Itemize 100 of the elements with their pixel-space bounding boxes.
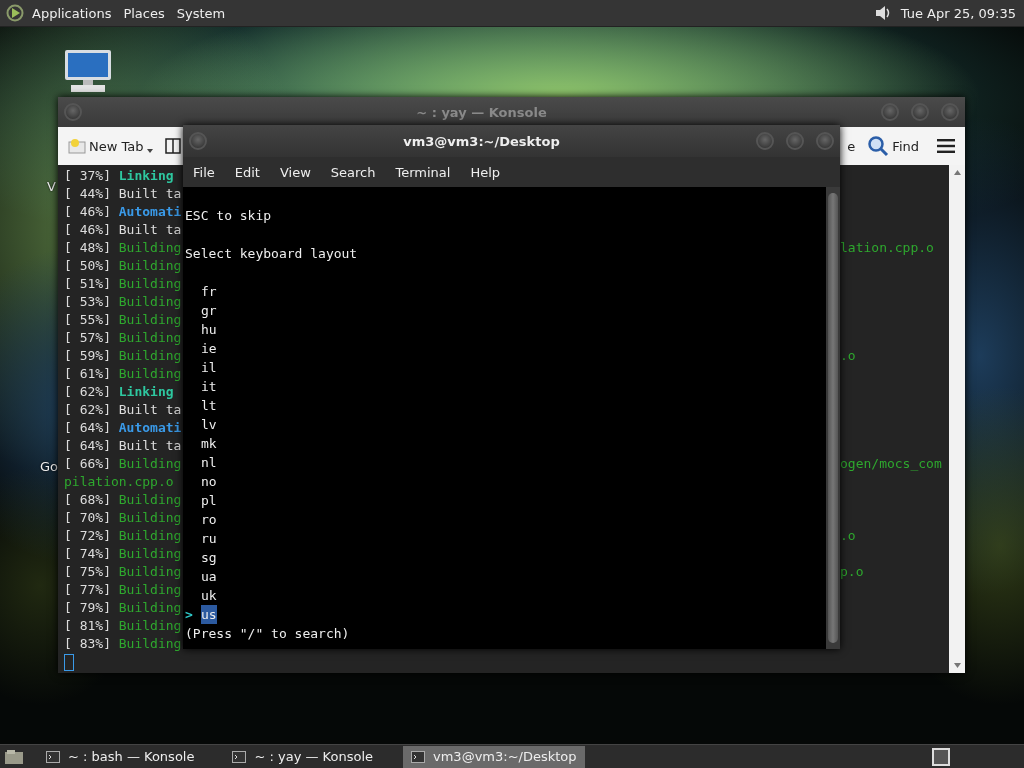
build-message: Building: [118, 276, 182, 291]
clock[interactable]: Tue Apr 25, 09:35: [900, 5, 1016, 21]
build-message: Building: [118, 294, 182, 309]
desktop-icon-label[interactable]: V: [47, 179, 56, 194]
build-message: Building: [118, 546, 182, 561]
layout-option[interactable]: ua: [201, 567, 217, 586]
progress-percent: [ 62%]: [64, 402, 111, 417]
paste-button[interactable]: e: [845, 136, 858, 156]
scrollbar[interactable]: [826, 187, 840, 649]
layout-option[interactable]: ie: [201, 339, 217, 358]
progress-percent: [ 37%]: [64, 168, 111, 183]
layout-option[interactable]: fr: [201, 282, 217, 301]
layout-option[interactable]: lt: [201, 396, 217, 415]
menu-item[interactable]: Terminal: [395, 164, 451, 180]
build-message: pilation.cpp.o: [64, 473, 175, 491]
scroll-up-icon[interactable]: [953, 170, 961, 175]
close-button[interactable]: [941, 103, 959, 121]
scroll-down-icon[interactable]: [953, 663, 961, 668]
progress-percent: [ 70%]: [64, 510, 111, 525]
progress-percent: [ 48%]: [64, 240, 111, 255]
progress-percent: [ 77%]: [64, 582, 111, 597]
build-message: Building: [118, 564, 182, 579]
build-message: Linking: [118, 384, 174, 399]
taskbar-button[interactable]: ~ : yay — Konsole: [224, 745, 381, 768]
new-tab-button[interactable]: New Tab: [66, 136, 155, 156]
layout-option[interactable]: sg: [201, 548, 217, 567]
build-message: Building: [118, 366, 182, 381]
computer-icon[interactable]: [63, 48, 113, 94]
build-message: ogen/mocs_com: [840, 455, 942, 473]
terminal-text: (Press "/" to search): [185, 625, 350, 643]
progress-percent: [ 64%]: [64, 438, 111, 453]
terminal-icon: [232, 750, 247, 763]
menu-item[interactable]: Help: [470, 164, 501, 180]
search-icon: [867, 135, 890, 157]
maximize-button[interactable]: [911, 103, 929, 121]
build-message: Built ta: [118, 438, 182, 453]
window-menu-button[interactable]: [189, 132, 207, 150]
layout-option[interactable]: ro: [201, 510, 217, 529]
build-message: Building: [118, 528, 182, 543]
build-message: Building: [118, 510, 182, 525]
desktop-icon-label[interactable]: Go: [40, 459, 59, 474]
layout-option[interactable]: hu: [201, 320, 217, 339]
menu-item[interactable]: View: [279, 164, 311, 180]
layout-option[interactable]: lv: [201, 415, 217, 434]
selection-pointer: >: [185, 607, 193, 622]
build-message: Building: [118, 456, 182, 471]
panel-menu[interactable]: Places: [123, 5, 165, 21]
menu-item[interactable]: Search: [330, 164, 376, 180]
progress-percent: [ 50%]: [64, 258, 111, 273]
progress-percent: [ 57%]: [64, 330, 111, 345]
close-button[interactable]: [816, 132, 834, 150]
layout-option[interactable]: it: [201, 377, 217, 396]
menu-icon[interactable]: [937, 139, 955, 153]
scrollbar[interactable]: [949, 165, 965, 673]
progress-percent: [ 46%]: [64, 204, 111, 219]
build-message: .o: [840, 527, 856, 545]
build-message: Building: [118, 582, 182, 597]
logo-icon[interactable]: [6, 4, 24, 22]
progress-percent: [ 51%]: [64, 276, 111, 291]
window-title: vm3@vm3:~/Desktop: [402, 133, 561, 149]
menu-item[interactable]: Edit: [234, 164, 260, 180]
layout-option[interactable]: mk: [201, 434, 217, 453]
build-message: Building: [118, 240, 182, 255]
layout-option[interactable]: ru: [201, 529, 217, 548]
progress-percent: [ 46%]: [64, 222, 111, 237]
build-message: .o: [840, 347, 856, 365]
maximize-button[interactable]: [786, 132, 804, 150]
layout-option[interactable]: pl: [201, 491, 217, 510]
split-view-icon[interactable]: [164, 138, 181, 154]
show-desktop-icon[interactable]: [4, 748, 24, 765]
build-message: Automati: [118, 204, 182, 219]
progress-percent: [ 66%]: [64, 456, 111, 471]
menu-item[interactable]: File: [193, 164, 215, 180]
find-button[interactable]: Find: [865, 133, 921, 159]
progress-percent: [ 55%]: [64, 312, 111, 327]
build-message: Building: [118, 600, 182, 615]
layout-option[interactable]: nl: [201, 453, 217, 472]
taskbar-button[interactable]: vm3@vm3:~/Desktop: [403, 745, 585, 768]
progress-percent: [ 79%]: [64, 600, 111, 615]
build-message: Building: [118, 330, 182, 345]
progress-percent: [ 75%]: [64, 564, 111, 579]
layout-option[interactable]: no: [201, 472, 217, 491]
minimize-button[interactable]: [756, 132, 774, 150]
workspace-switcher[interactable]: [932, 747, 950, 766]
build-message: Linking: [118, 168, 174, 183]
window-menu-button[interactable]: [64, 103, 82, 121]
minimize-button[interactable]: [881, 103, 899, 121]
layout-option[interactable]: uk: [201, 586, 217, 605]
caret-icon: [146, 149, 153, 153]
build-message: Building: [118, 636, 182, 651]
taskbar-button[interactable]: ~ : bash — Konsole: [38, 745, 203, 768]
progress-percent: [ 53%]: [64, 294, 111, 309]
layout-option[interactable]: il: [201, 358, 217, 377]
progress-percent: [ 83%]: [64, 636, 111, 651]
panel-menu[interactable]: System: [176, 5, 226, 21]
build-message: Built ta: [118, 186, 182, 201]
layout-option[interactable]: us: [201, 605, 217, 624]
layout-option[interactable]: gr: [201, 301, 217, 320]
panel-menu[interactable]: Applications: [32, 5, 112, 21]
progress-percent: [ 68%]: [64, 492, 111, 507]
